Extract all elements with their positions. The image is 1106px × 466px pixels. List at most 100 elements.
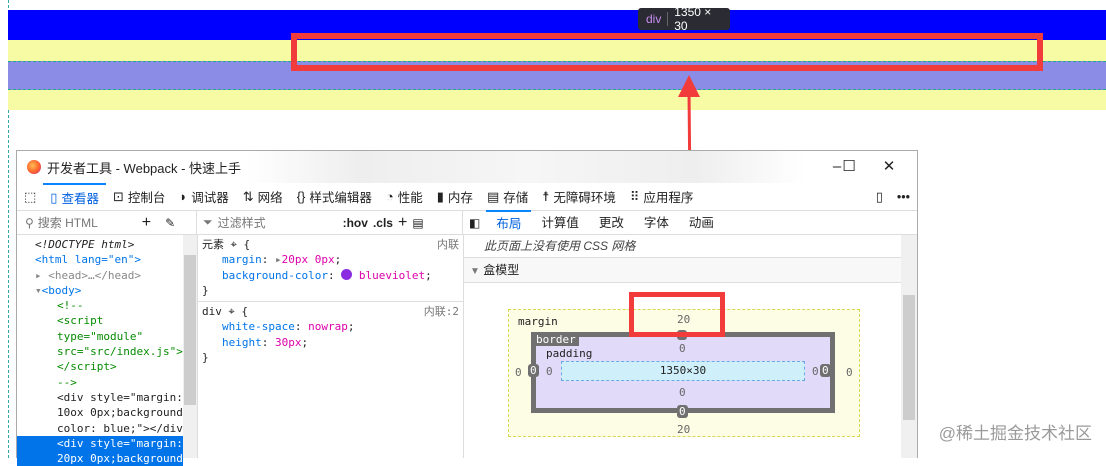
tab-accessibility[interactable]: ☨ 无障碍环境 [535, 183, 623, 211]
box-border: border 0 0 0 padding 0 0 0 0 1350×30 [528, 330, 835, 418]
style-editor-icon: {} [296, 189, 306, 204]
more-button[interactable]: ••• [890, 183, 917, 211]
expand-icon[interactable]: ▸ [35, 269, 48, 282]
tree-node[interactable]: <!-- [17, 298, 197, 313]
storage-icon: ▤ [486, 188, 500, 204]
network-icon: ⇅ [242, 188, 254, 204]
pick-element-button[interactable]: ⬚ [17, 183, 43, 211]
rule-source[interactable]: 内联:2 [424, 304, 459, 319]
filter-styles-input[interactable] [217, 215, 338, 230]
prop-value[interactable]: 20px 0px [282, 253, 335, 266]
tab-memory[interactable]: ▮ 内存 [430, 183, 480, 211]
border-left-value[interactable]: 0 [528, 364, 539, 377]
accessibility-icon: ☨ [542, 188, 550, 204]
prop-value[interactable]: nowrap [308, 320, 348, 333]
tree-node: --> [57, 375, 77, 389]
tab-storage[interactable]: ▤ 存储 [480, 183, 535, 211]
padding-bottom-value[interactable]: 0 [679, 386, 686, 399]
prop-value[interactable]: blueviolet [359, 269, 425, 282]
search-icon: ⚲ [25, 215, 34, 230]
tab-label: 样式编辑器 [309, 191, 372, 205]
margin-right-value[interactable]: 0 [846, 366, 853, 379]
tree-node[interactable]: <div style="margin: [17, 390, 197, 405]
close-button[interactable]: ✕ [869, 155, 909, 179]
box-model-header[interactable]: ▼ 盒模型 [464, 258, 901, 283]
box-content-size[interactable]: 1350×30 [561, 361, 805, 381]
layout-scrollbar[interactable] [901, 235, 917, 458]
collapse-icon[interactable]: ▾ [35, 284, 42, 297]
tab-label: 查看器 [61, 192, 99, 206]
title-bar: 开发者工具 - Webpack - 快速上手 – ☐ ✕ [17, 151, 917, 183]
tab-computed[interactable]: 计算值 [531, 211, 589, 235]
search-html-input[interactable] [37, 215, 138, 230]
tree-node[interactable]: <!DOCTYPE html> [17, 237, 197, 252]
tab-style-editor[interactable]: {} 样式编辑器 [290, 183, 379, 211]
toggle-sidebar-icon[interactable]: ◧ [463, 216, 486, 230]
rule-source[interactable]: 内联 [437, 237, 459, 252]
rule-selector: 元素 [202, 238, 224, 251]
tree-node: 10ox 0px;background- [57, 406, 190, 420]
add-node-button[interactable]: + [142, 214, 151, 232]
tree-node[interactable]: ▸ <head>…</head> [17, 268, 197, 283]
filter-icon: ⏷ [203, 215, 213, 229]
eyedropper-icon[interactable]: ✎ [165, 216, 175, 230]
print-simulation-icon[interactable]: ▤ [412, 216, 423, 230]
rule-selector: div [202, 305, 222, 319]
margin-bottom-value[interactable]: 20 [677, 423, 690, 436]
maximize-button[interactable]: ☐ [829, 155, 869, 179]
tab-label: 控制台 [127, 191, 166, 205]
prop-name[interactable]: background-color [222, 269, 328, 282]
border-label: border [533, 333, 579, 346]
tab-application[interactable]: ⠿ 应用程序 [623, 183, 701, 211]
tab-label: 无障碍环境 [553, 191, 616, 205]
tab-changes[interactable]: 更改 [589, 211, 634, 235]
padding-label: padding [546, 347, 593, 360]
application-icon: ⠿ [629, 188, 640, 204]
rules-pane: 元素 ⌖ {内联 margin: ▸20px 0px; background-c… [197, 235, 463, 458]
tree-node-selected[interactable]: <div style="margin: [17, 435, 183, 452]
prop-name[interactable]: height [222, 336, 262, 349]
annotation-box-top [291, 33, 1043, 71]
margin-highlight-bottom [8, 90, 1106, 110]
prop-name[interactable]: margin [222, 253, 262, 266]
padding-left-value[interactable]: 0 [546, 365, 553, 378]
border-bottom-value[interactable]: 0 [677, 405, 688, 418]
tab-console[interactable]: ⊡ 控制台 [106, 183, 172, 211]
firefox-logo-icon [27, 160, 41, 174]
element-tooltip: div 1350 × 30 [638, 5, 730, 33]
tree-node[interactable]: ▾<body> [17, 283, 197, 298]
tab-layout[interactable]: 布局 [486, 209, 532, 236]
html-scrollbar[interactable] [183, 235, 197, 458]
hov-button[interactable]: :hov [343, 216, 368, 230]
tab-inspector[interactable]: ▯ 查看器 [43, 182, 106, 211]
tree-node[interactable]: <html lang="en"> [17, 252, 197, 267]
responsive-design-button[interactable]: ▯ [869, 183, 890, 211]
color-swatch[interactable] [341, 268, 353, 280]
pick-element-icon: ⬚ [24, 188, 37, 204]
layout-pane: 此页面上没有使用 CSS 网格 ▼ 盒模型 margin 20 20 0 0 b… [463, 235, 917, 458]
highlight-icon[interactable]: ⌖ [229, 305, 235, 318]
cls-button[interactable]: .cls [373, 216, 393, 230]
memory-icon: ▮ [436, 188, 444, 204]
prop-name[interactable]: white-space [222, 320, 295, 333]
rule-element: 元素 ⌖ {内联 margin: ▸20px 0px; background-c… [198, 235, 463, 303]
add-rule-button[interactable]: + [398, 214, 407, 232]
tab-animations[interactable]: 动画 [679, 211, 724, 235]
tree-node: type="module" [57, 329, 144, 343]
tab-fonts[interactable]: 字体 [634, 211, 679, 235]
tree-node-selected[interactable]: 20px 0px;background- [17, 451, 189, 466]
tooltip-size: 1350 × 30 [674, 5, 712, 33]
highlight-icon[interactable]: ⌖ [231, 238, 237, 251]
tab-debugger[interactable]: ◗ 调试器 [172, 183, 235, 211]
border-right-value[interactable]: 0 [820, 364, 831, 377]
rule-div: div ⌖ {内联:2 white-space: nowrap; height:… [202, 304, 459, 365]
tab-network[interactable]: ⇅ 网络 [236, 183, 290, 211]
margin-left-value[interactable]: 0 [515, 366, 522, 379]
tab-label: 网络 [257, 191, 283, 205]
padding-top-value[interactable]: 0 [679, 342, 686, 355]
tab-performance[interactable]: ◔ 性能 [379, 183, 430, 211]
padding-right-value[interactable]: 0 [812, 365, 819, 378]
prop-value[interactable]: 30px [275, 336, 302, 349]
tab-label: 应用程序 [643, 191, 694, 205]
tree-node: </script> [57, 360, 117, 374]
